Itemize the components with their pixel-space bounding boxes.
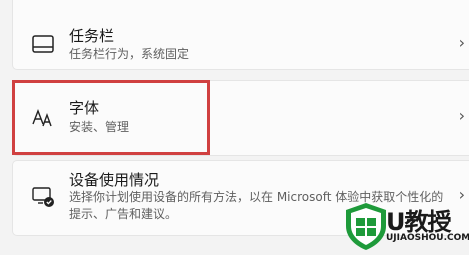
taskbar-icon	[32, 35, 54, 53]
settings-item-subtitle: 任务栏行为，系统固定	[69, 47, 190, 61]
settings-item-taskbar[interactable]: 任务栏 任务栏行为，系统固定 ›	[12, 0, 469, 70]
settings-item-title: 设备使用情况	[69, 171, 160, 189]
settings-item-subtitle-line2: 提示、广告和建议。	[69, 207, 178, 221]
chevron-right-icon: ›	[458, 33, 465, 52]
device-usage-icon	[32, 187, 54, 207]
watermark-url: UJIAOSHOU.COM	[386, 233, 469, 243]
shield-logo-icon	[346, 203, 386, 250]
highlight-box	[12, 80, 210, 155]
watermark-brand: U教授	[386, 208, 451, 236]
chevron-right-icon: ›	[458, 106, 465, 125]
watermark: U教授 UJIAOSHOU.COM	[340, 200, 469, 252]
settings-item-title: 任务栏	[69, 27, 115, 45]
